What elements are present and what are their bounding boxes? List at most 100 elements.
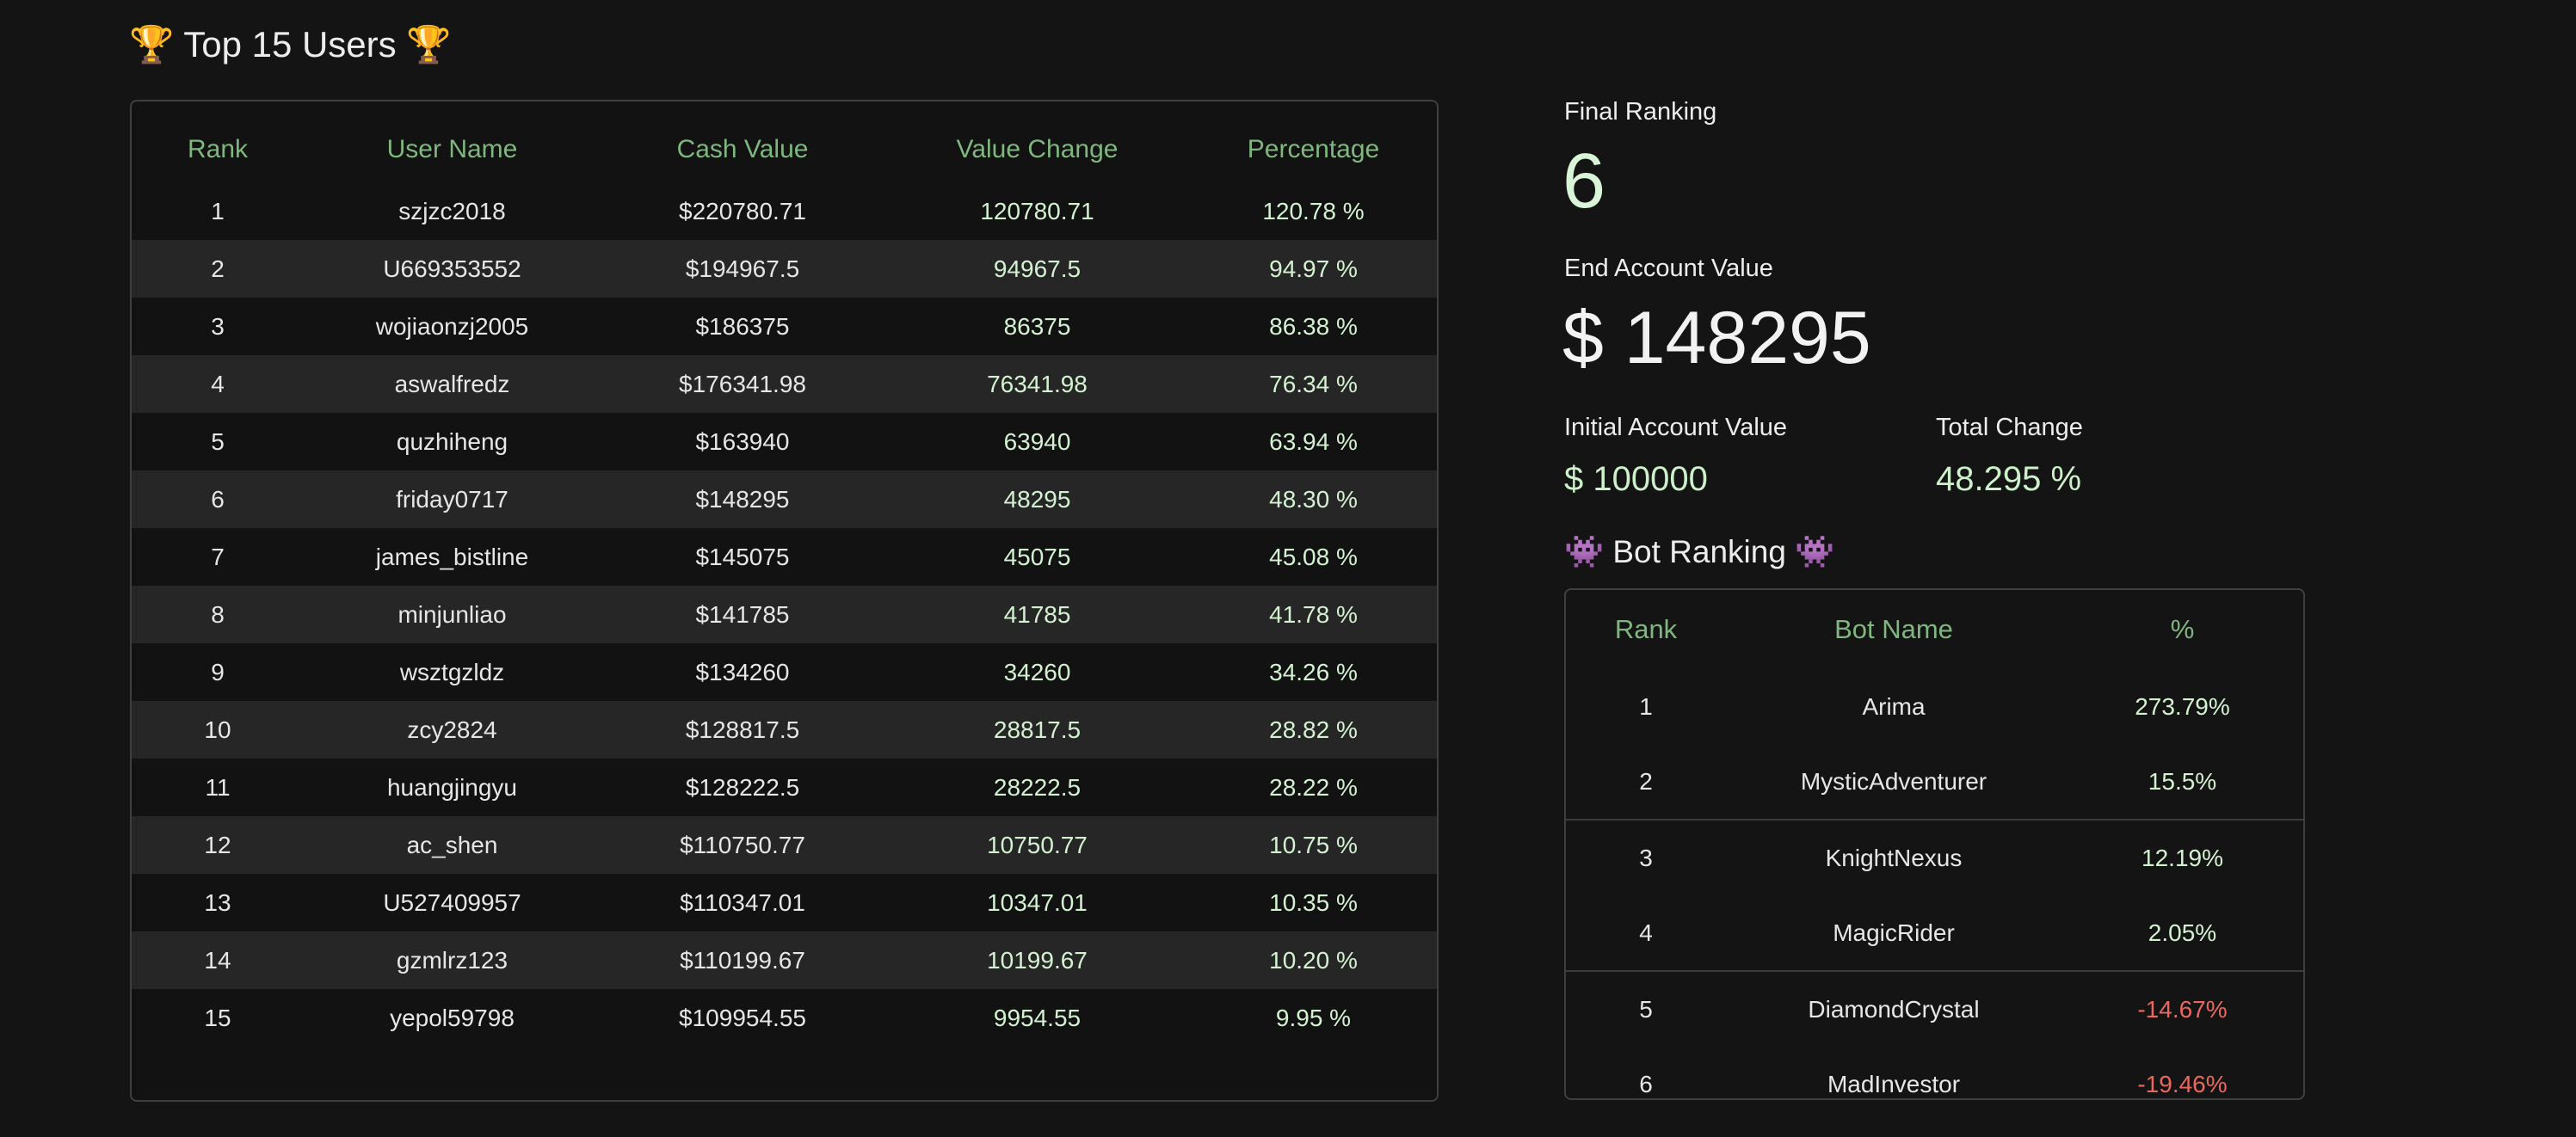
bot-rank-cell: 6 — [1639, 1070, 1653, 1097]
value-change-cell: 28817.5 — [884, 701, 1190, 759]
user-name-cell: friday0717 — [304, 470, 601, 528]
bot-ranking-table: Rank Bot Name % 1 Arima 273.79% 2 MysticAdve… — [1566, 590, 2303, 1098]
rank-cell: 4 — [132, 355, 304, 413]
cash-value-cell: $176341.98 — [601, 355, 884, 413]
bot-rank-cell: 1 — [1639, 692, 1653, 720]
initial-account-value: $ 100000 — [1564, 460, 1708, 498]
rank-cell: 1 — [211, 197, 225, 224]
cash-value-cell: $148295 — [601, 470, 884, 528]
value-change-cell: 9954.55 — [993, 1004, 1082, 1031]
users-header-row: Rank User Name Cash Value Value Change P… — [132, 101, 1437, 182]
rank-cell: 8 — [132, 586, 304, 643]
percentage-cell: 48.30 % — [1190, 470, 1437, 528]
bot-rank-cell: 4 — [1639, 919, 1653, 946]
bot-row: 3 KnightNexus 12.19% — [1566, 819, 2303, 895]
column-header-bot-percent: % — [2170, 614, 2195, 644]
percentage-cell: 41.78 % — [1190, 586, 1437, 643]
value-change-cell: 120780.71 — [980, 197, 1094, 224]
user-name-cell: wojiaonzj2005 — [375, 312, 529, 340]
cash-value-cell: $110347.01 — [680, 888, 805, 916]
percentage-cell: 10.20 % — [1190, 931, 1437, 989]
percentage-cell: 120.78 % — [1262, 197, 1365, 224]
bot-name-cell: MadInvestor — [1827, 1070, 1961, 1097]
column-header-user-name: User Name — [386, 135, 518, 163]
bot-rank-cell: 3 — [1566, 819, 1726, 895]
value-change-cell: 94967.5 — [884, 240, 1190, 298]
percentage-cell: 28.82 % — [1190, 701, 1437, 759]
value-change-cell: 28222.5 — [993, 773, 1082, 801]
percentage-cell: 9.95 % — [1275, 1004, 1352, 1031]
cash-value-cell: $145075 — [695, 543, 790, 570]
bot-row: 4 MagicRider 2.05% — [1566, 895, 2303, 971]
percentage-cell: 45.08 % — [1269, 543, 1358, 570]
user-name-cell: ac_shen — [304, 816, 601, 874]
user-name-cell: U669353552 — [304, 240, 601, 298]
cash-value-cell: $141785 — [601, 586, 884, 643]
column-header-bot-name: Bot Name — [1834, 614, 1953, 644]
bot-row: 5 DiamondCrystal -14.67% — [1566, 970, 2303, 1047]
bot-name-cell: Arima — [1862, 692, 1926, 720]
bot-percent-cell: 273.79% — [2135, 692, 2230, 720]
bot-percent-cell: 12.19% — [2061, 819, 2303, 895]
percentage-cell: 86.38 % — [1269, 312, 1358, 340]
bot-row: 2 MysticAdventurer 15.5% — [1566, 744, 2303, 820]
value-change-cell: 10199.67 — [884, 931, 1190, 989]
user-row: 10 zcy2824 $128817.5 28817.5 28.82 % — [132, 701, 1437, 759]
bots-header-row: Rank Bot Name % — [1566, 590, 2303, 669]
bot-percent-cell: -19.46% — [2137, 1070, 2228, 1097]
user-row: 3 wojiaonzj2005 $186375 86375 86.38 % — [132, 298, 1437, 355]
user-row: 14 gzmlrz123 $110199.67 10199.67 10.20 % — [132, 931, 1437, 989]
user-row: 7 james_bistline $145075 45075 45.08 % — [132, 528, 1437, 586]
cash-value-cell: $110750.77 — [601, 816, 884, 874]
rank-cell: 13 — [204, 888, 231, 916]
rank-cell: 9 — [211, 658, 225, 685]
cash-value-cell: $128817.5 — [601, 701, 884, 759]
value-change-cell: 63940 — [1003, 427, 1071, 455]
percentage-cell: 63.94 % — [1269, 427, 1358, 455]
value-change-cell: 34260 — [1003, 658, 1071, 685]
bot-percent-cell: 15.5% — [2148, 767, 2217, 795]
bot-percent-cell: -14.67% — [2061, 970, 2303, 1047]
percentage-cell: 76.34 % — [1190, 355, 1437, 413]
column-header-cash-value: Cash Value — [676, 135, 809, 163]
rank-cell: 5 — [211, 427, 225, 455]
bot-percent-cell: 2.05% — [2148, 919, 2217, 946]
user-row: 13 U527409957 $110347.01 10347.01 10.35 % — [132, 874, 1437, 931]
value-change-cell: 10347.01 — [987, 888, 1088, 916]
user-row: 1 szjzc2018 $220780.71 120780.71 120.78 % — [132, 182, 1437, 240]
value-change-cell: 76341.98 — [884, 355, 1190, 413]
percentage-cell: 10.35 % — [1269, 888, 1358, 916]
initial-value-label: Initial Account Value — [1564, 414, 1788, 441]
cash-value-cell: $110199.67 — [601, 931, 884, 989]
cash-value-cell: $220780.71 — [679, 197, 806, 224]
percentage-cell: 34.26 % — [1269, 658, 1358, 685]
user-name-cell: minjunliao — [304, 586, 601, 643]
cash-value-cell: $163940 — [695, 427, 790, 455]
bot-row: 6 MadInvestor -19.46% — [1566, 1047, 2303, 1098]
column-header-percentage: Percentage — [1247, 135, 1380, 163]
bot-ranking-title: 👾 Bot Ranking 👾 — [1564, 534, 1835, 569]
users-table-panel: Rank User Name Cash Value Value Change P… — [130, 100, 1439, 1102]
value-change-cell: 41785 — [884, 586, 1190, 643]
bot-name-cell: DiamondCrystal — [1726, 970, 2061, 1047]
cash-value-cell: $186375 — [695, 312, 790, 340]
end-value-label: End Account Value — [1564, 255, 1773, 282]
rank-cell: 15 — [204, 1004, 231, 1031]
user-name-cell: aswalfredz — [304, 355, 601, 413]
users-table: Rank User Name Cash Value Value Change P… — [132, 101, 1437, 1047]
column-header-rank: Rank — [187, 135, 249, 163]
user-name-cell: wsztgzldz — [399, 658, 505, 685]
user-name-cell: zcy2824 — [304, 701, 601, 759]
rank-cell: 6 — [132, 470, 304, 528]
bot-rank-cell: 2 — [1639, 767, 1653, 795]
percentage-cell: 28.22 % — [1269, 773, 1358, 801]
user-name-cell: U527409957 — [383, 888, 521, 916]
rank-cell: 12 — [132, 816, 304, 874]
user-row: 9 wsztgzldz $134260 34260 34.26 % — [132, 643, 1437, 701]
cash-value-cell: $128222.5 — [685, 773, 800, 801]
rank-cell: 2 — [132, 240, 304, 298]
rank-cell: 14 — [132, 931, 304, 989]
user-name-cell: james_bistline — [375, 543, 529, 570]
user-name-cell: gzmlrz123 — [304, 931, 601, 989]
value-change-cell: 10750.77 — [884, 816, 1190, 874]
